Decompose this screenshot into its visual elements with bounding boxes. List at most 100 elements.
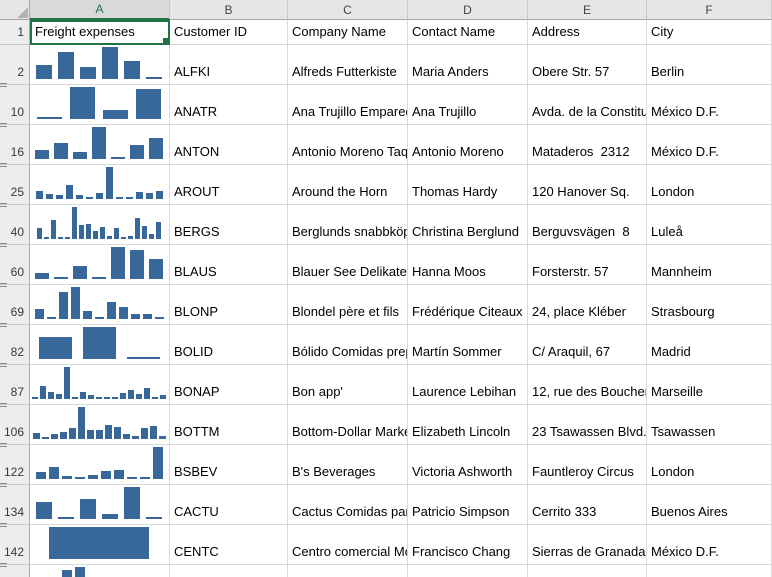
select-all-button[interactable] [0,0,30,20]
cell-e122[interactable]: Fauntleroy Circus [528,445,647,485]
cell-f87[interactable]: Marseille [647,365,772,405]
cell-f1[interactable]: City [647,20,772,45]
cell-c25[interactable]: Around the Horn [288,165,408,205]
cell-d2[interactable]: Maria Anders [408,45,528,85]
sparkline-cell-69[interactable] [30,285,170,325]
cell-f142[interactable]: México D.F. [647,525,772,565]
row-header-2[interactable]: 2 [0,45,30,85]
column-header-a[interactable]: A [30,0,170,20]
cell-b142[interactable]: CENTC [170,525,288,565]
cell-e106[interactable]: 23 Tsawassen Blvd. [528,405,647,445]
sparkline-cell-2[interactable] [30,45,170,85]
cell-d122[interactable]: Victoria Ashworth [408,445,528,485]
column-header-c[interactable]: C [288,0,408,20]
cell-e-next[interactable] [528,565,647,577]
column-header-d[interactable]: D [408,0,528,20]
cell-f69[interactable]: Strasbourg [647,285,772,325]
cell-f10[interactable]: México D.F. [647,85,772,125]
sparkline-cell-106[interactable] [30,405,170,445]
cell-d82[interactable]: Martín Sommer [408,325,528,365]
column-header-e[interactable]: E [528,0,647,20]
cell-c82[interactable]: Bólido Comidas preparadas [288,325,408,365]
cell-b60[interactable]: BLAUS [170,245,288,285]
sparkline-cell-134[interactable] [30,485,170,525]
cell-e25[interactable]: 120 Hanover Sq. [528,165,647,205]
row-header-142[interactable]: 142 [0,525,30,565]
row-header-40[interactable]: 40 [0,205,30,245]
cell-f25[interactable]: London [647,165,772,205]
row-header-next[interactable] [0,565,30,577]
sparkline-cell-122[interactable] [30,445,170,485]
cell-e134[interactable]: Cerrito 333 [528,485,647,525]
row-header-82[interactable]: 82 [0,325,30,365]
cell-b-next[interactable] [170,565,288,577]
row-header-60[interactable]: 60 [0,245,30,285]
sparkline-cell-60[interactable] [30,245,170,285]
cell-b106[interactable]: BOTTM [170,405,288,445]
cell-b10[interactable]: ANATR [170,85,288,125]
cell-e82[interactable]: C/ Araquil, 67 [528,325,647,365]
row-header-10[interactable]: 10 [0,85,30,125]
cell-c122[interactable]: B's Beverages [288,445,408,485]
cell-c-next[interactable] [288,565,408,577]
cell-f82[interactable]: Madrid [647,325,772,365]
cell-f60[interactable]: Mannheim [647,245,772,285]
cell-d134[interactable]: Patricio Simpson [408,485,528,525]
cell-c2[interactable]: Alfreds Futterkiste [288,45,408,85]
cell-f134[interactable]: Buenos Aires [647,485,772,525]
cell-f-next[interactable] [647,565,772,577]
sparkline-cell-142[interactable] [30,525,170,565]
cell-c106[interactable]: Bottom-Dollar Markets [288,405,408,445]
cell-d69[interactable]: Frédérique Citeaux [408,285,528,325]
cell-d60[interactable]: Hanna Moos [408,245,528,285]
sparkline-cell-25[interactable] [30,165,170,205]
cell-b40[interactable]: BERGS [170,205,288,245]
row-header-69[interactable]: 69 [0,285,30,325]
row-header-16[interactable]: 16 [0,125,30,165]
cell-c69[interactable]: Blondel père et fils [288,285,408,325]
cell-c60[interactable]: Blauer See Delikatessen [288,245,408,285]
cell-d1[interactable]: Contact Name [408,20,528,45]
sparkline-cell-16[interactable] [30,125,170,165]
column-header-f[interactable]: F [647,0,772,20]
cell-d40[interactable]: Christina Berglund [408,205,528,245]
row-header-106[interactable]: 106 [0,405,30,445]
cell-b122[interactable]: BSBEV [170,445,288,485]
sparkline-cell-87[interactable] [30,365,170,405]
cell-d10[interactable]: Ana Trujillo [408,85,528,125]
cell-f106[interactable]: Tsawassen [647,405,772,445]
cell-e2[interactable]: Obere Str. 57 [528,45,647,85]
cell-e40[interactable]: Berguvsvägen 8 [528,205,647,245]
column-header-b[interactable]: B [170,0,288,20]
cell-b1[interactable]: Customer ID [170,20,288,45]
cell-f16[interactable]: México D.F. [647,125,772,165]
cell-d106[interactable]: Elizabeth Lincoln [408,405,528,445]
cell-c1[interactable]: Company Name [288,20,408,45]
cell-f122[interactable]: London [647,445,772,485]
cell-f2[interactable]: Berlin [647,45,772,85]
cell-d87[interactable]: Laurence Lebihan [408,365,528,405]
cell-e60[interactable]: Forsterstr. 57 [528,245,647,285]
cell-b25[interactable]: AROUT [170,165,288,205]
row-header-122[interactable]: 122 [0,445,30,485]
row-header-25[interactable]: 25 [0,165,30,205]
cell-e87[interactable]: 12, rue des Bouchers [528,365,647,405]
row-header-1[interactable]: 1 [0,20,30,45]
sparkline-cell-82[interactable] [30,325,170,365]
cell-c10[interactable]: Ana Trujillo Emparedados y helados [288,85,408,125]
cell-d25[interactable]: Thomas Hardy [408,165,528,205]
cell-d16[interactable]: Antonio Moreno [408,125,528,165]
cell-b69[interactable]: BLONP [170,285,288,325]
cell-e10[interactable]: Avda. de la Constitución 2222 [528,85,647,125]
cell-b82[interactable]: BOLID [170,325,288,365]
sparkline-cell-10[interactable] [30,85,170,125]
sparkline-cell-next[interactable] [30,565,170,577]
row-header-134[interactable]: 134 [0,485,30,525]
cell-c134[interactable]: Cactus Comidas para llevar [288,485,408,525]
cell-e16[interactable]: Mataderos 2312 [528,125,647,165]
cell-b87[interactable]: BONAP [170,365,288,405]
sparkline-cell-40[interactable] [30,205,170,245]
cell-b134[interactable]: CACTU [170,485,288,525]
cell-b2[interactable]: ALFKI [170,45,288,85]
cell-c142[interactable]: Centro comercial Moctezuma [288,525,408,565]
